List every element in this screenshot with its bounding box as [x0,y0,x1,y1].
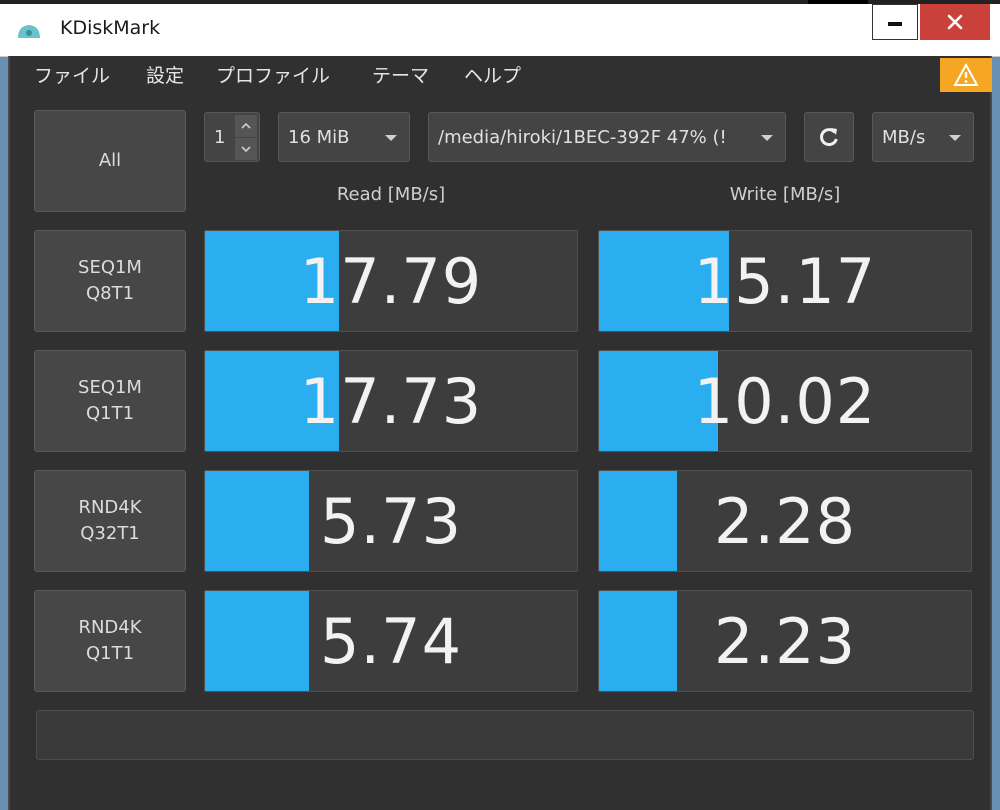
status-bar [36,710,974,760]
title-bar: KDiskMark [0,0,1000,57]
spin-down-button[interactable] [235,138,257,160]
close-button[interactable] [920,4,990,40]
read-result: 5.74 [204,590,578,692]
minimize-icon [888,22,902,26]
close-icon [947,14,963,30]
chevron-up-icon [241,123,251,129]
run-all-button[interactable]: All [34,110,186,212]
test-name: RND4K [78,497,142,518]
disk-icon [16,20,42,40]
chevron-down-icon [241,146,251,152]
test-button-rnd4k-q1t1[interactable]: RND4K Q1T1 [34,590,186,692]
test-name: RND4K [78,617,142,638]
test-name: SEQ1M [78,377,142,398]
test-button-seq1m-q8t1[interactable]: SEQ1M Q8T1 [34,230,186,332]
test-params: Q1T1 [85,643,135,664]
menu-settings[interactable]: 設定 [146,61,184,88]
write-value: 15.17 [693,244,877,318]
loops-value: 1 [214,126,226,148]
write-result: 2.28 [598,470,972,572]
test-params: Q32T1 [80,523,140,544]
chevron-down-icon [385,135,397,141]
minimize-button[interactable] [872,4,918,40]
write-result: 2.23 [598,590,972,692]
read-result: 17.79 [204,230,578,332]
window-title: KDiskMark [60,17,161,39]
device-select[interactable]: /media/hiroki/1BEC-392F 47% (! [428,112,786,162]
test-params: Q1T1 [85,403,135,424]
warning-icon [953,63,979,86]
read-result: 17.73 [204,350,578,452]
write-value: 2.28 [713,484,857,558]
menu-help[interactable]: ヘルプ [464,61,521,88]
write-value: 10.02 [693,364,877,438]
menu-theme[interactable]: テーマ [372,61,429,88]
main-panel: ファイル 設定 プロファイル テーマ ヘルプ All 1 16 MiB /med… [8,56,992,810]
write-result: 15.17 [598,230,972,332]
loops-spinbox[interactable]: 1 [204,112,260,162]
chevron-down-icon [949,135,961,141]
test-params: Q8T1 [85,283,135,304]
read-value: 17.79 [299,244,483,318]
spin-up-button[interactable] [235,115,257,137]
unit-value: MB/s [882,126,926,148]
read-result: 5.73 [204,470,578,572]
size-value: 16 MiB [288,126,350,148]
write-header: Write [MB/s] [729,184,841,205]
menu-file[interactable]: ファイル [34,61,110,88]
warning-button[interactable] [940,58,992,92]
size-select[interactable]: 16 MiB [278,112,410,162]
device-value: /media/hiroki/1BEC-392F 47% (! [438,126,727,148]
unit-select[interactable]: MB/s [872,112,974,162]
read-value: 5.73 [319,484,463,558]
refresh-button[interactable] [804,112,854,162]
read-value: 5.74 [319,604,463,678]
chevron-down-icon [761,135,773,141]
run-all-label: All [98,150,122,171]
menu-bar: ファイル 設定 プロファイル テーマ ヘルプ [10,56,992,92]
menu-profile[interactable]: プロファイル [216,61,330,88]
read-value: 17.73 [299,364,483,438]
test-button-seq1m-q1t1[interactable]: SEQ1M Q1T1 [34,350,186,452]
test-name: SEQ1M [78,257,142,278]
refresh-icon [820,128,838,147]
test-button-rnd4k-q32t1[interactable]: RND4K Q32T1 [34,470,186,572]
app-window: KDiskMark ファイル 設定 プロファイル テーマ ヘルプ All 1 1… [0,0,1000,810]
read-header: Read [MB/s] [336,184,446,205]
write-result: 10.02 [598,350,972,452]
top-edge [0,0,1000,4]
write-value: 2.23 [713,604,857,678]
